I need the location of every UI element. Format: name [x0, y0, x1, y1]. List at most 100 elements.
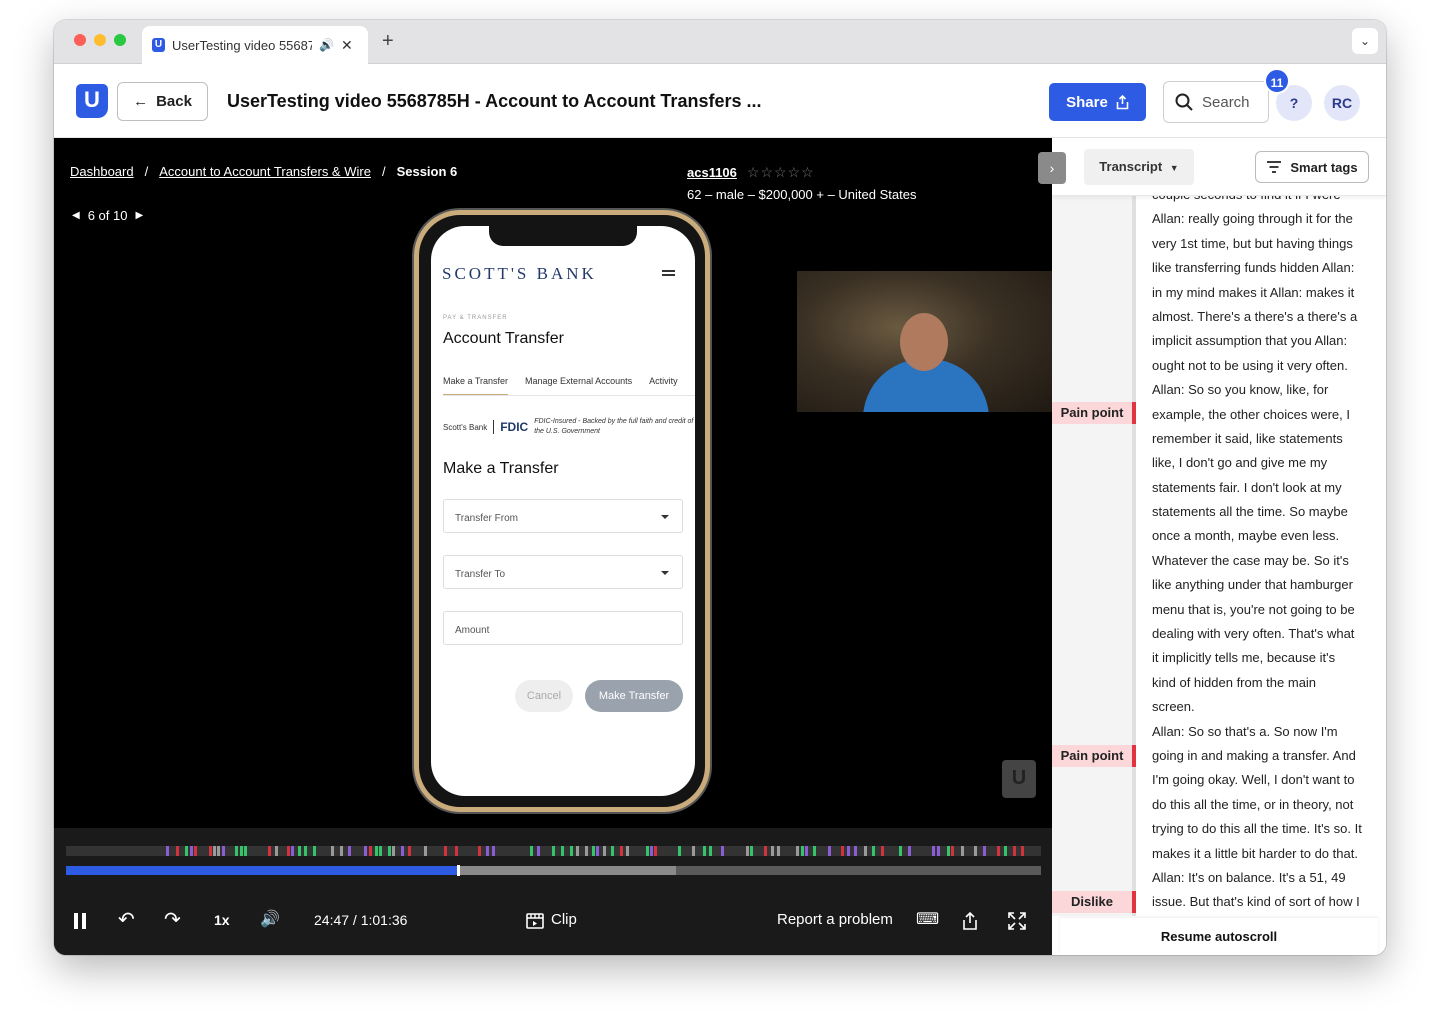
tag-marker[interactable]	[908, 846, 911, 856]
progress-handle[interactable]	[456, 865, 460, 876]
tag-marker[interactable]	[703, 846, 706, 856]
transcript-line[interactable]: makes it a little bit harder to do that.	[1152, 842, 1370, 866]
tag-marker[interactable]	[881, 846, 884, 856]
tag-marker[interactable]	[620, 846, 623, 856]
tag-marker[interactable]	[388, 846, 391, 856]
tag-marker[interactable]	[235, 846, 238, 856]
tag-marker[interactable]	[244, 846, 247, 856]
tag-marker[interactable]	[899, 846, 902, 856]
tag-marker[interactable]	[592, 846, 595, 856]
tag-marker[interactable]	[746, 846, 749, 856]
tag-marker[interactable]	[796, 846, 799, 856]
maximize-window-button[interactable]	[114, 34, 126, 46]
tag-marker[interactable]	[951, 846, 954, 856]
next-session-icon[interactable]: ▶	[135, 210, 143, 221]
tag-marker[interactable]	[408, 846, 411, 856]
tag-marker[interactable]	[764, 846, 767, 856]
transcript-line[interactable]: like transferring funds hidden Allan:	[1152, 256, 1370, 280]
tag-marker[interactable]	[841, 846, 844, 856]
tag-marker[interactable]	[392, 846, 395, 856]
transcript-line[interactable]: like, I don't go and give me my	[1152, 451, 1370, 475]
tag-marker[interactable]	[478, 846, 481, 856]
new-tab-button[interactable]: +	[382, 30, 394, 53]
tag-marker[interactable]	[537, 846, 540, 856]
resume-autoscroll-button[interactable]: Resume autoscroll	[1060, 918, 1378, 955]
tag-marker[interactable]	[650, 846, 653, 856]
tag-marker[interactable]	[603, 846, 606, 856]
tag-marker[interactable]	[209, 846, 212, 856]
transcript-line[interactable]: very 1st time, but but having things	[1152, 232, 1370, 256]
forward-button[interactable]: ↷	[164, 908, 181, 932]
transcript-line[interactable]: Allan: It's on balance. It's a 51, 49	[1152, 866, 1370, 890]
tag-marker[interactable]	[530, 846, 533, 856]
tag-marker[interactable]	[983, 846, 986, 856]
notification-badge[interactable]: 11	[1264, 68, 1290, 94]
tag-marker[interactable]	[375, 846, 378, 856]
tag-marker[interactable]	[777, 846, 780, 856]
tag-marker[interactable]	[379, 846, 382, 856]
tag-marker[interactable]	[974, 846, 977, 856]
pause-button[interactable]	[72, 908, 88, 932]
transcript-line[interactable]: in my mind makes it Allan: makes it	[1152, 281, 1370, 305]
transcript-line[interactable]: implicit assumption that you Allan:	[1152, 329, 1370, 353]
tag-marker[interactable]	[331, 846, 334, 856]
transcript-line[interactable]: do this all the time, or in theory, not	[1152, 793, 1370, 817]
tag-marker[interactable]	[932, 846, 935, 856]
tag-marker[interactable]	[176, 846, 179, 856]
tag-marker[interactable]	[611, 846, 614, 856]
participant-username[interactable]: acs1106	[687, 165, 737, 180]
tag-marker[interactable]	[492, 846, 495, 856]
volume-button[interactable]: 🔊	[260, 908, 280, 932]
clip-button[interactable]: Clip	[526, 908, 577, 932]
transcript-line[interactable]: Allan: really going through it for the	[1152, 207, 1370, 231]
tag-marker[interactable]	[646, 846, 649, 856]
progress-bar[interactable]	[66, 865, 1041, 876]
tag-marker[interactable]	[348, 846, 351, 856]
tag-marker[interactable]	[166, 846, 169, 856]
transcript-line[interactable]: statements fair. I don't look at my	[1152, 476, 1370, 500]
transcript-line[interactable]: Whatever the case may be. So it's	[1152, 549, 1370, 573]
breadcrumb-dashboard-link[interactable]: Dashboard	[70, 164, 134, 179]
previous-session-icon[interactable]: ◀	[72, 210, 80, 221]
tag-marker[interactable]	[298, 846, 301, 856]
export-button[interactable]	[962, 908, 978, 932]
video-player[interactable]: Dashboard / Account to Account Transfers…	[54, 138, 1052, 955]
tab-list-chevron-icon[interactable]: ⌄	[1352, 28, 1378, 54]
tag-pain-point[interactable]: Pain point	[1052, 745, 1136, 767]
rewind-button[interactable]: ↶	[118, 908, 135, 932]
tag-pain-point[interactable]: Pain point	[1052, 402, 1136, 424]
minimize-window-button[interactable]	[94, 34, 106, 46]
transcript-line[interactable]: almost. There's a there's a there's a	[1152, 305, 1370, 329]
tag-marker[interactable]	[961, 846, 964, 856]
transcript-line[interactable]: menu that is, you're not going to be	[1152, 598, 1370, 622]
tag-marker[interactable]	[455, 846, 458, 856]
tag-marker[interactable]	[561, 846, 564, 856]
tag-marker[interactable]	[444, 846, 447, 856]
transcript-line[interactable]: dealing with very often. That's what	[1152, 622, 1370, 646]
transcript-line[interactable]: like anything under that hamburger	[1152, 573, 1370, 597]
tag-marker[interactable]	[424, 846, 427, 856]
speaker-icon[interactable]: 🔊	[319, 38, 334, 52]
speed-button[interactable]: 1x	[214, 908, 230, 932]
transcript-line[interactable]: going in and making a transfer. And	[1152, 744, 1370, 768]
tag-marker[interactable]	[217, 846, 220, 856]
tag-marker[interactable]	[190, 846, 193, 856]
tag-marker[interactable]	[185, 846, 188, 856]
tag-marker[interactable]	[291, 846, 294, 856]
tag-marker[interactable]	[596, 846, 599, 856]
tag-marker[interactable]	[692, 846, 695, 856]
transcript-line[interactable]: remember it said, like statements	[1152, 427, 1370, 451]
tag-marker[interactable]	[1013, 846, 1016, 856]
tag-marker[interactable]	[576, 846, 579, 856]
tag-dislike[interactable]: Dislike	[1052, 891, 1136, 913]
tag-marker[interactable]	[709, 846, 712, 856]
tag-marker[interactable]	[275, 846, 278, 856]
transcript-line[interactable]: Allan: So so you know, like, for	[1152, 378, 1370, 402]
tag-marker[interactable]	[240, 846, 243, 856]
keyboard-shortcuts-button[interactable]: ⌨	[916, 908, 939, 932]
transcript-line[interactable]: trying to do this all the time. It's so.…	[1152, 817, 1370, 841]
tag-marker[interactable]	[304, 846, 307, 856]
tag-marker[interactable]	[947, 846, 950, 856]
tag-marker[interactable]	[268, 846, 271, 856]
tag-marker[interactable]	[771, 846, 774, 856]
